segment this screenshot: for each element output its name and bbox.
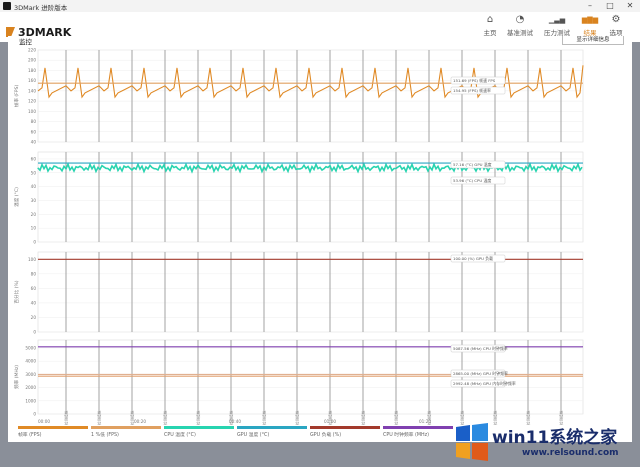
event-marker-label: 检测模拟 — [394, 410, 399, 425]
legend-item[interactable]: GPU 温度 (°C) — [237, 426, 307, 438]
legend-label: 1 %低 (FPS) — [91, 433, 119, 438]
y-tick-label: 160 — [28, 78, 36, 83]
nav-home[interactable]: ⌂ 主页 — [475, 14, 505, 37]
legend-label: GPU 温度 (°C) — [237, 433, 270, 438]
y-tick-label: 180 — [28, 68, 36, 73]
value-tooltip-text: 53.96 (°C) CPU 温度 — [453, 178, 491, 183]
event-marker-label: 检测模拟 — [361, 410, 366, 425]
y-axis-label: 百分比 (%) — [13, 280, 20, 303]
stress-chart-icon: ▁▃▅ — [548, 16, 566, 24]
y-tick-label: 80 — [31, 271, 37, 276]
y-tick-label: 100 — [28, 257, 36, 262]
monitoring-panel: 监控 显示详细信息 40 60 80 100 120 140 160 180 200 220 帧率 … — [8, 36, 632, 442]
y-axis-label: 频率 (MHz) — [13, 365, 20, 389]
value-tooltip-text: 151.69 (FPS) 帧速 FPS — [453, 78, 496, 83]
window-title: 3DMark 进阶版本 — [14, 3, 68, 12]
y-tick-label: 200 — [28, 58, 36, 63]
y-tick-label: 50 — [31, 170, 37, 175]
legend-label: CPU 时钟频率 (MHz) — [383, 433, 429, 438]
chart-legend: 帧率 (FPS) 1 %低 (FPS) CPU 温度 (°C) GPU 温度 (°C)… — [18, 426, 458, 442]
legend-item[interactable]: 帧率 (FPS) — [18, 426, 88, 438]
y-tick-label: 3000 — [25, 372, 36, 377]
legend-swatch — [383, 426, 453, 429]
legend-item[interactable]: GPU 负载 (%) — [310, 426, 380, 438]
y-tick-label: 220 — [28, 48, 36, 53]
event-marker-label: 检测模拟 — [130, 410, 135, 425]
y-tick-label: 140 — [28, 88, 36, 93]
nav-benchmarks[interactable]: ◔ 基准测试 — [505, 14, 535, 37]
event-marker-label: 检测模拟 — [262, 410, 267, 425]
y-tick-label: 20 — [31, 212, 37, 217]
legend-swatch — [237, 426, 307, 429]
home-icon: ⌂ — [486, 14, 494, 25]
watermark-url: www.relsound.com — [522, 448, 619, 458]
event-marker-label: 检测模拟 — [427, 410, 432, 425]
y-tick-label: 40 — [31, 140, 37, 145]
event-marker-label: 检测模拟 — [163, 410, 168, 425]
y-tick-label: 20 — [31, 315, 37, 320]
app-icon — [3, 2, 11, 10]
event-marker-label: 检测模拟 — [196, 410, 201, 425]
nav-options[interactable]: ⚙ 选项 — [601, 14, 631, 37]
x-tick-label: 00:20 — [134, 419, 146, 424]
legend-item[interactable]: 1 %低 (FPS) — [91, 426, 161, 438]
y-tick-label: 60 — [31, 129, 37, 134]
y-tick-label: 100 — [28, 109, 36, 114]
legend-item[interactable]: CPU 温度 (°C) — [164, 426, 234, 438]
legend-swatch — [91, 426, 161, 429]
legend-label: 帧率 (FPS) — [18, 433, 42, 438]
y-tick-label: 10 — [31, 226, 37, 231]
y-tick-label: 1000 — [25, 398, 36, 403]
nav-stress-tests[interactable]: ▁▃▅ 压力测试 — [542, 14, 572, 37]
y-tick-label: 40 — [31, 184, 37, 189]
legend-label: CPU 温度 (°C) — [164, 433, 196, 438]
y-tick-label: 60 — [31, 156, 37, 161]
minimize-button[interactable]: – — [580, 0, 600, 12]
event-marker-label: 检测模拟 — [229, 410, 234, 425]
y-tick-label: 4000 — [25, 359, 36, 364]
event-marker-label: 检测模拟 — [328, 410, 333, 425]
value-tooltip-text: 100.00 (%) GPU 负载 — [453, 256, 493, 261]
monitoring-chart: 406080100120140160180200220帧率 (FPS)151.6… — [13, 48, 584, 425]
y-tick-label: 0 — [33, 240, 36, 245]
watermark: win11系统之家 www.relsound.com — [452, 421, 640, 467]
close-button[interactable]: ✕ — [620, 0, 640, 12]
gear-icon: ⚙ — [611, 14, 621, 25]
maximize-button[interactable]: □ — [600, 0, 620, 12]
legend-swatch — [164, 426, 234, 429]
watermark-text: win11系统之家 — [492, 428, 618, 448]
chart-panel-frame — [37, 251, 584, 333]
event-marker-label: 检测模拟 — [64, 410, 69, 425]
event-marker-label: 检测模拟 — [97, 410, 102, 425]
y-tick-label: 120 — [28, 99, 36, 104]
value-tooltip-text: 2865.00 (MHz) GPU 时钟频率 — [453, 371, 508, 376]
legend-swatch — [310, 426, 380, 429]
y-tick-label: 60 — [31, 286, 37, 291]
x-tick-label: 00:00 — [38, 419, 50, 424]
y-axis-label: 帧率 (FPS) — [13, 85, 20, 108]
value-tooltip-text: 2992.48 (MHz) GPU 内存时钟频率 — [453, 381, 516, 386]
value-tooltip-text: 154.95 (FPS) 帧速率 — [453, 88, 491, 93]
y-tick-label: 0 — [33, 330, 36, 335]
y-tick-label: 2000 — [25, 385, 36, 390]
legend-swatch — [18, 426, 88, 429]
windows-logo-icon — [456, 423, 488, 461]
value-tooltip-text: 57.16 (°C) GPU 温度 — [453, 162, 492, 167]
y-tick-label: 5000 — [25, 345, 36, 350]
gauge-icon: ◔ — [515, 14, 525, 25]
y-tick-label: 30 — [31, 198, 37, 203]
y-tick-label: 0 — [33, 412, 36, 417]
legend-label: GPU 负载 (%) — [310, 433, 342, 438]
chart-panel-frame — [37, 49, 584, 143]
value-tooltip-text: 5087.56 (MHz) CPU 时钟频率 — [453, 346, 508, 351]
event-marker-label: 检测模拟 — [295, 410, 300, 425]
y-axis-label: 温度 (°C) — [13, 187, 20, 207]
y-tick-label: 40 — [31, 300, 37, 305]
y-tick-label: 80 — [31, 119, 37, 124]
legend-item[interactable]: CPU 时钟频率 (MHz) — [383, 426, 453, 438]
